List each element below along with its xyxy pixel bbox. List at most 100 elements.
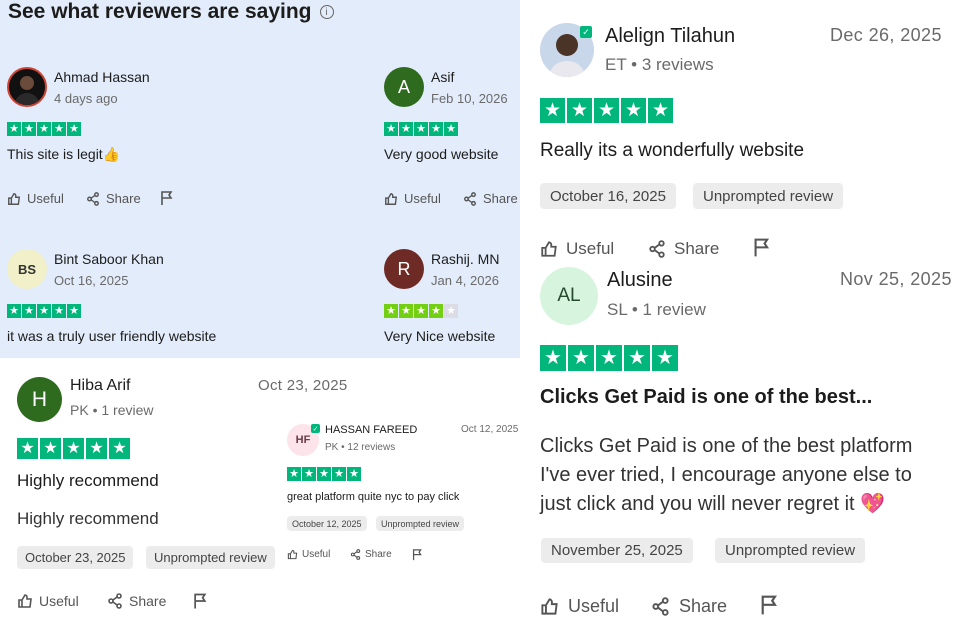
useful-button[interactable]: Useful [540, 596, 619, 617]
thumbs-up-icon [541, 598, 558, 615]
unprompted-review-tag: Unprompted review [715, 538, 866, 563]
reviewer-meta: PK • 12 reviews [325, 442, 396, 453]
thumbs-up-icon [287, 549, 298, 560]
avatar: R [384, 249, 424, 289]
reviewer-name[interactable]: Hiba Arif [70, 377, 130, 395]
useful-button[interactable]: Useful [17, 593, 79, 609]
useful-label: Useful [568, 596, 620, 616]
share-label: Share [674, 239, 720, 258]
rating-stars: ★ ★ ★ ★ ★ [384, 304, 458, 318]
reviewer-name[interactable]: HASSAN FAREED [325, 424, 417, 436]
review-date: 4 days ago [54, 91, 118, 106]
thumbs-up-icon [18, 594, 32, 608]
flag-icon [754, 238, 770, 257]
useful-button[interactable]: Useful [540, 239, 614, 259]
report-button[interactable] [753, 238, 771, 258]
review-body: Clicks Get Paid is one of the best platf… [540, 432, 912, 519]
share-button[interactable]: Share [463, 191, 518, 206]
useful-button[interactable]: Useful [7, 191, 64, 206]
report-button[interactable] [760, 595, 779, 616]
review-date: Nov 25, 2025 [840, 269, 952, 289]
review-body: Highly recommend [17, 509, 159, 528]
review-text: This site is legit👍 [7, 146, 120, 163]
share-label: Share [365, 549, 392, 560]
reviewer-name[interactable]: Bint Saboor Khan [54, 251, 164, 267]
review-date: Oct 12, 2025 [461, 424, 519, 435]
flag-icon [161, 191, 173, 205]
useful-button[interactable]: Useful [287, 549, 330, 560]
avatar-initial: A [397, 76, 410, 97]
share-button[interactable]: Share [651, 596, 727, 617]
date-of-experience-tag: October 12, 2025 [287, 516, 367, 531]
reviewer-name[interactable]: Ahmad Hassan [54, 69, 150, 85]
date-of-experience-tag: November 25, 2025 [541, 538, 693, 563]
panel-title: See what reviewers are saying i [8, 0, 334, 24]
share-icon [350, 549, 361, 560]
review-date: Dec 26, 2025 [830, 25, 942, 45]
review-text-body: This site is legit [7, 146, 103, 162]
review-body-line: Clicks Get Paid is one of the best platf… [540, 435, 913, 457]
useful-label: Useful [404, 191, 441, 206]
avatar-initial: HF [295, 434, 311, 446]
rating-stars: ★ ★ ★ ★ ★ [540, 345, 678, 371]
rating-stars: ★ ★ ★ ★ ★ [540, 98, 673, 123]
review-date: Jan 4, 2026 [431, 273, 499, 288]
review-date: Oct 23, 2025 [258, 377, 348, 394]
share-icon [649, 240, 665, 258]
share-icon [464, 191, 476, 206]
share-button[interactable]: Share [350, 549, 392, 560]
reviewer-name[interactable]: Alusine [607, 269, 673, 292]
review-title[interactable]: Really its a wonderfully website [540, 140, 804, 162]
thumbs-up-icon [8, 192, 21, 205]
reviewer-name[interactable]: Alelign Tilahun [605, 25, 735, 48]
review-text: great platform quite nyc to pay click [287, 491, 460, 503]
flag-icon [412, 549, 422, 561]
rating-stars: ★ ★ ★ ★ ★ [287, 467, 361, 481]
useful-label: Useful [39, 593, 79, 609]
panel-title-text: See what reviewers are saying [8, 0, 312, 23]
reviewer-meta: ET • 3 reviews [605, 55, 714, 74]
info-icon[interactable]: i [319, 5, 334, 19]
rating-stars: ★ ★ ★ ★ ★ [17, 438, 130, 459]
rating-stars: ★ ★ ★ ★ ★ [384, 122, 458, 136]
share-label: Share [483, 191, 518, 206]
heart-emoji: 💖 [860, 493, 886, 515]
review-body-line: just click and you will never regret it [540, 493, 855, 515]
avatar: AL [540, 267, 598, 325]
flag-icon [194, 593, 207, 609]
share-label: Share [679, 596, 728, 616]
useful-label: Useful [302, 549, 331, 560]
review-title[interactable]: Highly recommend [17, 471, 159, 491]
reviewer-meta: SL • 1 review [607, 300, 706, 319]
useful-button[interactable]: Useful [384, 191, 441, 206]
unprompted-review-tag: Unprompted review [693, 183, 844, 209]
thumbs-up-emoji: 👍 [102, 146, 121, 162]
avatar-initial: R [397, 258, 411, 279]
report-button[interactable] [193, 593, 208, 610]
share-button[interactable]: Share [86, 191, 141, 206]
thumbs-up-icon [541, 241, 557, 257]
review-title[interactable]: Clicks Get Paid is one of the best... [540, 386, 872, 409]
report-button[interactable] [412, 549, 423, 561]
review-text: Very good website [384, 146, 499, 162]
share-icon [652, 597, 669, 616]
avatar-initial: BS [17, 261, 37, 277]
verified-badge-icon: ✓ [311, 424, 320, 433]
verified-badge-icon: ✓ [580, 26, 592, 38]
flag-icon [761, 595, 777, 615]
unprompted-review-tag: Unprompted review [376, 516, 465, 531]
avatar-initial: AL [557, 285, 581, 306]
share-icon [87, 191, 99, 206]
reviewer-name[interactable]: Asif [431, 69, 454, 85]
date-of-experience-tag: October 23, 2025 [17, 546, 134, 569]
share-button[interactable]: Share [107, 593, 166, 609]
review-text: Very Nice website [384, 328, 496, 344]
report-button[interactable] [160, 191, 174, 206]
share-label: Share [106, 191, 141, 206]
reviewer-name[interactable]: Rashij. MN [431, 251, 499, 267]
review-date: Feb 10, 2026 [431, 91, 508, 106]
share-button[interactable]: Share [648, 239, 719, 259]
reviewer-meta: PK • 1 review [70, 402, 154, 418]
review-date: Oct 16, 2025 [54, 273, 129, 288]
useful-label: Useful [27, 191, 64, 206]
